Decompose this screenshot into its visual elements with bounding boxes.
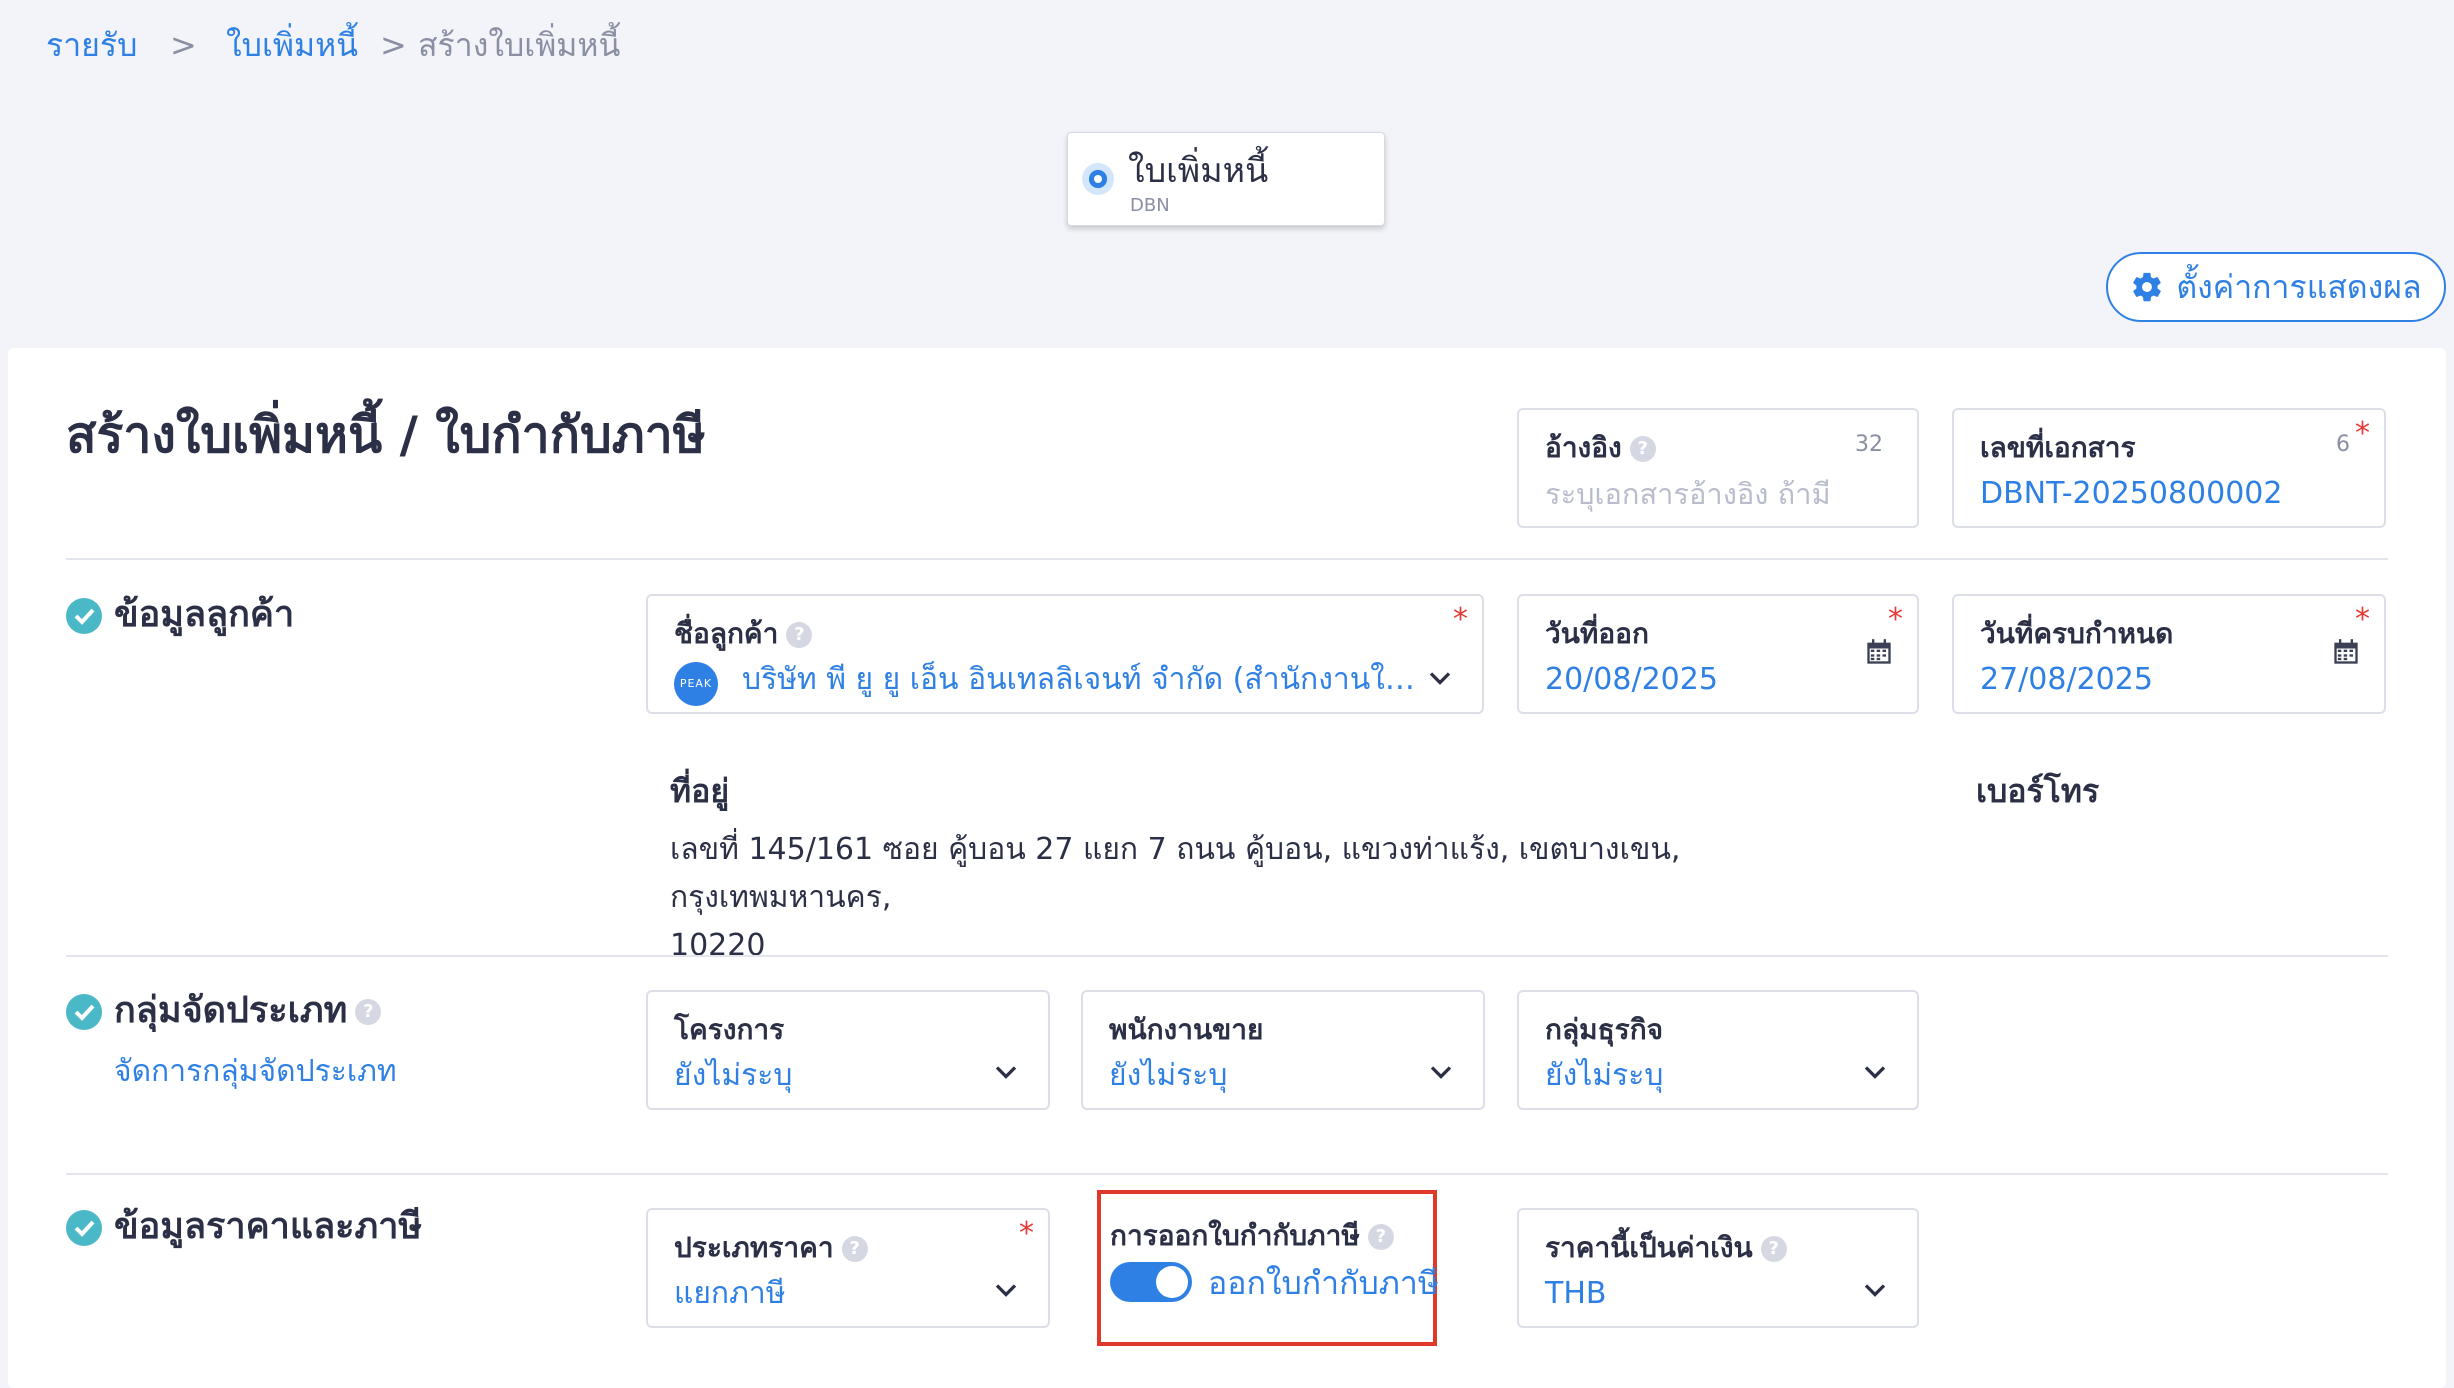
business-group-value: ยังไม่ระบุ [1545, 1058, 1664, 1093]
salesperson-select[interactable]: พนักงานขาย ยังไม่ระบุ [1081, 990, 1485, 1110]
due-date-label: วันที่ครบกำหนด [1980, 617, 2174, 650]
reference-field[interactable]: อ้างอิง? 32 ระบุเอกสารอ้างอิง ถ้ามี [1517, 408, 1919, 528]
check-circle-icon [66, 994, 102, 1030]
business-group-label: กลุ่มธุรกิจ [1545, 1013, 1664, 1046]
check-circle-icon [66, 1210, 102, 1246]
reference-label: อ้างอิง [1545, 431, 1622, 464]
project-select[interactable]: โครงการ ยังไม่ระบุ [646, 990, 1050, 1110]
customer-label: ชื่อลูกค้า [674, 617, 779, 650]
customer-section-title: ข้อมูลลูกค้า [114, 594, 295, 635]
currency-value: THB [1545, 1276, 1607, 1311]
help-icon[interactable]: ? [1367, 1224, 1394, 1250]
help-icon[interactable]: ? [1629, 436, 1656, 462]
breadcrumb-income[interactable]: รายรับ [46, 20, 137, 70]
customer-select[interactable]: ชื่อลูกค้า? * PEAK บริษัท พี ยู ยู เอ็น … [646, 594, 1484, 714]
customer-logo: PEAK [674, 662, 718, 706]
tax-invoice-toggle-text: ออกใบกำกับภาษี [1208, 1264, 1439, 1302]
currency-select[interactable]: ราคานี้เป็นค่าเงิน? THB [1517, 1208, 1919, 1328]
doc-type-code: DBN [1130, 195, 1170, 216]
tax-invoice-label: การออกใบกำกับภาษี [1110, 1219, 1360, 1252]
issue-date-label: วันที่ออก [1545, 617, 1649, 650]
required-marker: * [1019, 1216, 1034, 1251]
category-title-text: กลุ่มจัดประเภท [114, 990, 348, 1031]
check-circle-icon [66, 598, 102, 634]
calendar-icon[interactable] [1865, 638, 1893, 666]
divider [66, 558, 2388, 560]
required-marker: * [2355, 602, 2370, 637]
doc-number-input[interactable]: DBNT-20250800002 [1980, 474, 2282, 514]
chevron-down-icon[interactable] [988, 1054, 1024, 1090]
reference-char-count: 32 [1855, 432, 1883, 457]
category-section-title: กลุ่มจัดประเภท? [114, 986, 382, 1036]
project-label: โครงการ [674, 1013, 785, 1046]
gear-icon [2133, 272, 2162, 302]
issue-date-input[interactable]: 20/08/2025 [1545, 660, 1718, 700]
address-label: ที่อยู่ [670, 772, 730, 810]
business-group-select[interactable]: กลุ่มธุรกิจ ยังไม่ระบุ [1517, 990, 1919, 1110]
price-type-value: แยกภาษี [674, 1276, 786, 1311]
doc-type-title: ใบเพิ่มหนี้ [1128, 151, 1269, 191]
divider [66, 955, 2388, 957]
issue-date-field[interactable]: วันที่ออก * 20/08/2025 [1517, 594, 1919, 714]
due-date-input[interactable]: 27/08/2025 [1980, 660, 2153, 700]
toggle-knob [1156, 1266, 1188, 1298]
page-title: สร้างใบเพิ่มหนี้ / ใบกำกับภาษี [66, 406, 706, 464]
radio-selected-icon[interactable] [1082, 163, 1114, 195]
help-icon[interactable]: ? [841, 1236, 868, 1262]
manage-category-link[interactable]: จัดการกลุ่มจัดประเภท [114, 1050, 397, 1094]
chevron-down-icon[interactable] [988, 1272, 1024, 1308]
address-text: เลขที่ 145/161 ซอย คู้บอน 27 แยก 7 ถนน ค… [670, 826, 1890, 970]
breadcrumb-separator: > [380, 26, 407, 64]
breadcrumb-separator: > [170, 26, 197, 64]
customer-value: บริษัท พี ยู ยู เอ็น อินเทลลิเจนท์ จำกัด… [742, 662, 1422, 697]
doc-number-char-count: 6 [2336, 432, 2350, 457]
salesperson-label: พนักงานขาย [1109, 1013, 1264, 1046]
phone-label: เบอร์โทร [1976, 772, 2100, 810]
tax-invoice-toggle[interactable] [1110, 1262, 1192, 1302]
salesperson-value: ยังไม่ระบุ [1109, 1058, 1228, 1093]
display-settings-label: ตั้งค่าการแสดงผล [2176, 267, 2422, 306]
required-marker: * [1453, 602, 1468, 637]
chevron-down-icon[interactable] [1423, 1054, 1459, 1090]
address-line: 10220 [670, 928, 766, 963]
due-date-field[interactable]: วันที่ครบกำหนด * 27/08/2025 [1952, 594, 2386, 714]
currency-label: ราคานี้เป็นค่าเงิน [1545, 1231, 1753, 1264]
doc-number-label: เลขที่เอกสาร [1980, 431, 2136, 464]
reference-input[interactable]: ระบุเอกสารอ้างอิง ถ้ามี [1545, 474, 1831, 514]
help-icon[interactable]: ? [786, 622, 813, 648]
required-marker: * [1888, 602, 1903, 637]
chevron-down-icon[interactable] [1422, 660, 1458, 696]
chevron-down-icon[interactable] [1857, 1054, 1893, 1090]
help-icon[interactable]: ? [1760, 1236, 1787, 1262]
tax-invoice-label-group: การออกใบกำกับภาษี? [1110, 1216, 1394, 1256]
chevron-down-icon[interactable] [1857, 1272, 1893, 1308]
price-type-select[interactable]: ประเภทราคา? * แยกภาษี [646, 1208, 1050, 1328]
calendar-icon[interactable] [2332, 638, 2360, 666]
price-section-title: ข้อมูลราคาและภาษี [114, 1206, 423, 1247]
required-marker: * [2355, 416, 2370, 451]
divider [66, 1173, 2388, 1175]
address-line: เลขที่ 145/161 ซอย คู้บอน 27 แยก 7 ถนน ค… [670, 832, 1681, 915]
price-type-label: ประเภทราคา [674, 1231, 834, 1264]
doc-type-option[interactable]: ใบเพิ่มหนี้ DBN [1067, 132, 1385, 226]
help-icon[interactable]: ? [355, 999, 382, 1025]
breadcrumb-debit-note[interactable]: ใบเพิ่มหนี้ [226, 20, 358, 70]
breadcrumb-current: สร้างใบเพิ่มหนี้ [418, 26, 621, 64]
project-value: ยังไม่ระบุ [674, 1058, 793, 1093]
display-settings-button[interactable]: ตั้งค่าการแสดงผล [2106, 252, 2446, 322]
doc-number-field[interactable]: เลขที่เอกสาร 6 * DBNT-20250800002 [1952, 408, 2386, 528]
